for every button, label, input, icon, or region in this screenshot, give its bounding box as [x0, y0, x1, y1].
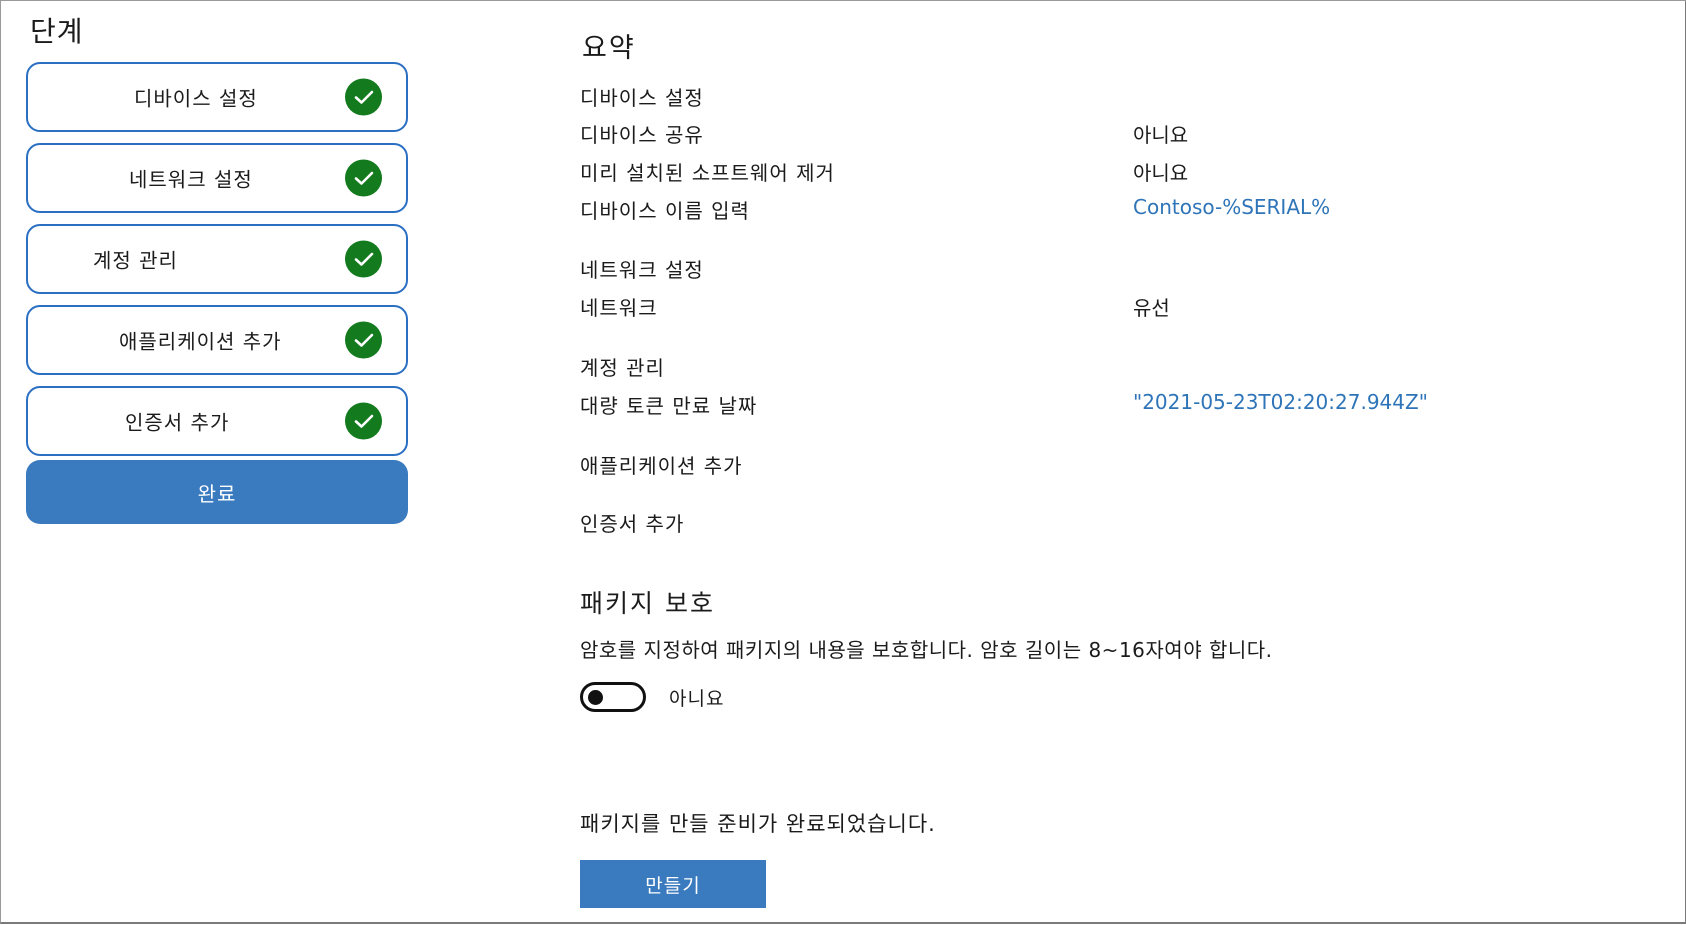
summary-title: 요약: [582, 33, 636, 64]
add-certificates-heading: 인증서 추가: [580, 512, 685, 536]
check-circle-icon: [345, 78, 382, 116]
step-label: 애플리케이션 추가: [119, 329, 282, 354]
step-label: 계정 관리: [93, 248, 178, 273]
remove-preinstalled-label: 미리 설치된 소프트웨어 제거: [580, 161, 835, 185]
device-settings-heading: 디바이스 설정: [580, 86, 704, 110]
check-circle-icon: [345, 321, 382, 359]
device-name-label: 디바이스 이름 입력: [580, 199, 750, 223]
toggle-state-label: 아니요: [669, 688, 725, 710]
step-network-settings[interactable]: 네트워크 설정: [26, 143, 408, 213]
ready-message: 패키지를 만들 준비가 완료되었습니다.: [580, 812, 936, 836]
step-device-settings[interactable]: 디바이스 설정: [26, 62, 408, 132]
step-account-management[interactable]: 계정 관리: [26, 224, 408, 294]
remove-preinstalled-value: 아니요: [1133, 161, 1189, 185]
network-value: 유선: [1133, 296, 1170, 320]
package-protection-description: 암호를 지정하여 패키지의 내용을 보호합니다. 암호 길이는 8~16자여야 …: [580, 638, 1273, 662]
step-label: 네트워크 설정: [129, 167, 253, 192]
account-management-heading: 계정 관리: [580, 356, 665, 380]
password-toggle[interactable]: [580, 682, 646, 712]
create-button[interactable]: 만들기: [580, 860, 766, 908]
check-circle-icon: [345, 240, 382, 278]
step-add-applications[interactable]: 애플리케이션 추가: [26, 305, 408, 375]
check-circle-icon: [345, 159, 382, 197]
network-label: 네트워크: [580, 296, 658, 320]
step-label: 디바이스 설정: [134, 86, 258, 111]
steps-title: 단계: [30, 15, 84, 48]
network-settings-heading: 네트워크 설정: [580, 258, 704, 282]
shared-device-label: 디바이스 공유: [580, 123, 704, 147]
device-name-link[interactable]: Contoso-%SERIAL%: [1133, 195, 1330, 219]
shared-device-value: 아니요: [1133, 123, 1189, 147]
finish-button[interactable]: 완료: [26, 460, 408, 524]
package-protection-title: 패키지 보호: [580, 589, 715, 618]
bulk-token-expiry-label: 대량 토큰 만료 날짜: [580, 394, 758, 418]
add-applications-heading: 애플리케이션 추가: [580, 454, 743, 478]
step-label: 인증서 추가: [125, 410, 230, 435]
bulk-token-expiry-link[interactable]: "2021-05-23T02:20:27.944Z": [1133, 390, 1428, 414]
check-circle-icon: [345, 402, 382, 440]
toggle-knob: [588, 690, 603, 705]
step-add-certificates[interactable]: 인증서 추가: [26, 386, 408, 456]
